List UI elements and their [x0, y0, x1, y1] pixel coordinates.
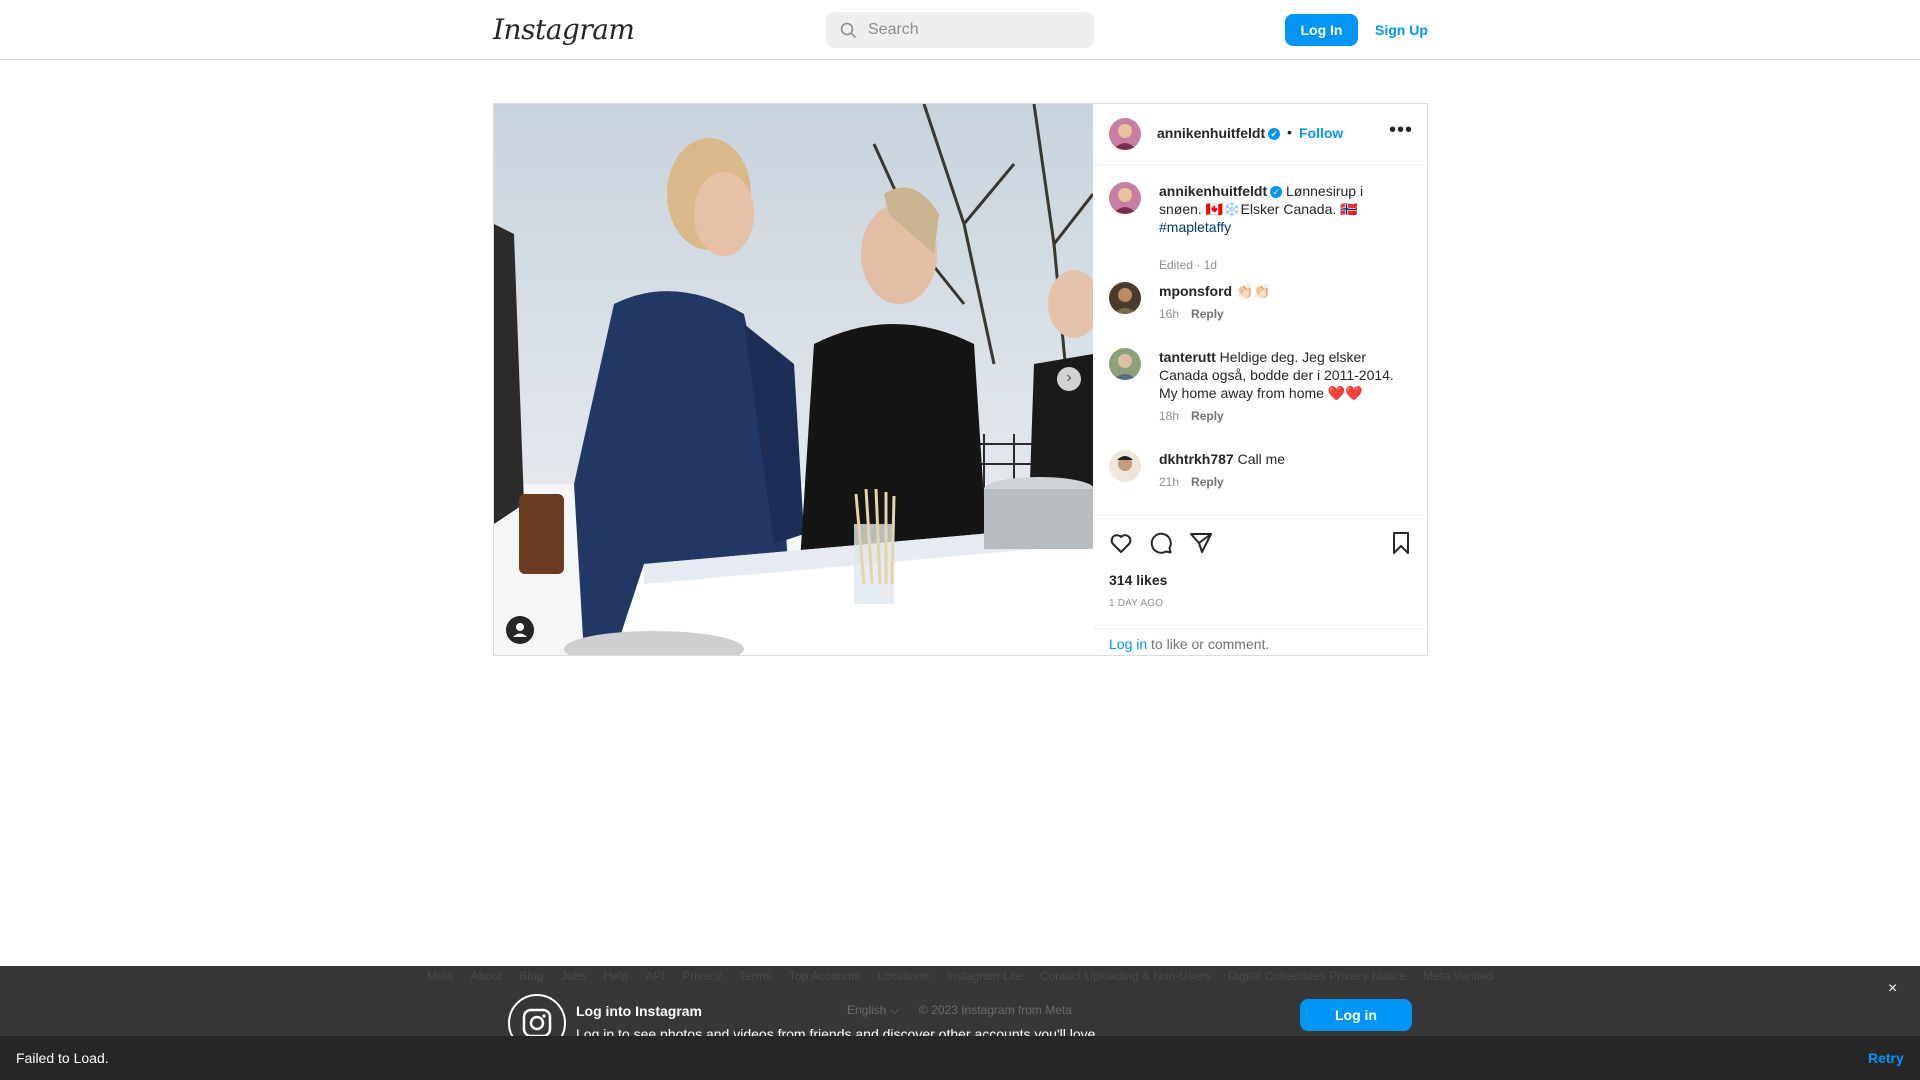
likes-count[interactable]: 314 likes	[1109, 572, 1167, 588]
commenter-avatar[interactable]	[1109, 450, 1141, 482]
footer-link[interactable]: Help	[604, 969, 629, 983]
banner-login-button[interactable]: Log in	[1300, 999, 1412, 1031]
post-card: › annikenhuitfeldt ✓ • Follow ••• annike…	[493, 103, 1428, 656]
photo-illustration	[494, 104, 1093, 655]
toast-message: Failed to Load.	[16, 1050, 109, 1066]
separator-dot: •	[1287, 124, 1292, 140]
search-box[interactable]	[826, 12, 1094, 48]
carousel-dot	[796, 643, 802, 649]
save-bookmark-icon[interactable]	[1389, 531, 1413, 555]
search-input[interactable]	[868, 12, 1078, 48]
login-prompt-text: to like or comment.	[1147, 636, 1270, 652]
commenter-username[interactable]: mponsford	[1159, 283, 1232, 299]
like-heart-icon[interactable]	[1109, 531, 1133, 555]
instagram-logo[interactable]: Instagram	[493, 13, 635, 46]
carousel-next-button[interactable]: ›	[1057, 367, 1081, 391]
comment-body: 👏🏻👏🏻	[1236, 283, 1271, 299]
footer-link[interactable]: API	[646, 969, 665, 983]
copyright-text: © 2023 Instagram from Meta	[919, 1003, 1072, 1017]
caption-meta: Edited · 1d	[1159, 258, 1218, 272]
post-sidebar: annikenhuitfeldt ✓ • Follow ••• annikenhu…	[1093, 104, 1427, 655]
footer-links: Meta About Blog Jobs Help API Privacy Te…	[0, 966, 1920, 986]
more-options-icon[interactable]: •••	[1389, 120, 1413, 140]
footer-link[interactable]: Privacy	[682, 969, 721, 983]
caption-text: annikenhuitfeldt ✓ Lønnesirup i snøen. 🇨🇦…	[1159, 182, 1409, 236]
footer-link[interactable]: Top Accounts	[789, 969, 860, 983]
author-avatar[interactable]	[1109, 118, 1141, 150]
footer-link[interactable]: Instagram Lite	[946, 969, 1022, 983]
post-actions-section: 314 likes 1 DAY AGO Log in to like or co…	[1093, 515, 1427, 655]
footer-link[interactable]: Digital Collectibles Privacy Notice	[1228, 969, 1406, 983]
comment-text: tanterutt Heldige deg. Jeg elsker Canada…	[1159, 348, 1409, 402]
footer-link[interactable]: Meta	[427, 969, 454, 983]
commenter-username[interactable]: tanterutt	[1159, 349, 1216, 365]
footer-link[interactable]: Blog	[519, 969, 543, 983]
footer-link[interactable]: Jobs	[561, 969, 586, 983]
hashtag-link[interactable]: #mapletaffy	[1159, 219, 1231, 235]
footer-link[interactable]: Terms	[739, 969, 772, 983]
caption-username[interactable]: annikenhuitfeldt	[1159, 183, 1267, 199]
reply-button[interactable]: Reply	[1191, 307, 1224, 321]
login-link[interactable]: Log in	[1109, 636, 1147, 652]
post-photo[interactable]: ›	[494, 104, 1093, 655]
commenter-avatar[interactable]	[1109, 348, 1141, 380]
login-button[interactable]: Log In	[1285, 14, 1358, 46]
follow-button[interactable]: Follow	[1299, 125, 1343, 141]
commenter-avatar[interactable]	[1109, 282, 1141, 314]
comment-time: 16h	[1159, 307, 1180, 321]
reply-button[interactable]: Reply	[1191, 409, 1224, 423]
banner-title: Log into Instagram	[576, 1003, 702, 1019]
caption-avatar[interactable]	[1109, 182, 1141, 214]
comment-bubble-icon[interactable]	[1149, 531, 1173, 555]
verified-badge-icon: ✓	[1268, 128, 1281, 141]
footer-link[interactable]: About	[471, 969, 502, 983]
language-selector[interactable]: English ⌵	[847, 1003, 899, 1018]
carousel-indicator	[776, 636, 816, 649]
commenter-username[interactable]: dkhtrkh787	[1159, 451, 1234, 467]
post-header: annikenhuitfeldt ✓ • Follow •••	[1093, 104, 1427, 165]
author-username[interactable]: annikenhuitfeldt ✓	[1157, 125, 1281, 141]
comment-time: 21h	[1159, 475, 1180, 489]
verified-badge-icon: ✓	[1270, 186, 1283, 199]
close-banner-icon[interactable]: ×	[1888, 980, 1897, 998]
comment-text: mponsford 👏🏻👏🏻	[1159, 282, 1409, 300]
comment-meta: 16h Reply	[1159, 307, 1224, 321]
carousel-dot	[786, 643, 792, 649]
comment-meta: 18h Reply	[1159, 409, 1224, 423]
retry-button[interactable]: Retry	[1868, 1050, 1904, 1066]
footer-link[interactable]: Locations	[878, 969, 929, 983]
comment-text: dkhtrkh787 Call me	[1159, 450, 1409, 468]
tagged-users-icon[interactable]	[506, 616, 534, 644]
carousel-dot	[806, 643, 812, 649]
error-toast: Failed to Load. Retry	[0, 1036, 1920, 1080]
search-icon	[840, 22, 856, 38]
post-timestamp: 1 DAY AGO	[1109, 598, 1164, 609]
comment-meta: 21h Reply	[1159, 475, 1224, 489]
footer-link[interactable]: Contact Uploading & Non-Users	[1040, 969, 1211, 983]
comments-list: annikenhuitfeldt ✓ Lønnesirup i snøen. 🇨🇦…	[1093, 166, 1427, 516]
reply-button[interactable]: Reply	[1191, 475, 1224, 489]
share-send-icon[interactable]	[1189, 531, 1213, 555]
comment-time: 18h	[1159, 409, 1180, 423]
top-navigation-bar: Instagram Log In Sign Up	[0, 0, 1920, 60]
comment-body: Call me	[1237, 451, 1286, 467]
signup-link[interactable]: Sign Up	[1375, 14, 1428, 46]
login-to-comment: Log in to like or comment.	[1093, 628, 1427, 656]
carousel-dot	[776, 643, 782, 649]
footer-link[interactable]: Meta Verified	[1423, 969, 1493, 983]
